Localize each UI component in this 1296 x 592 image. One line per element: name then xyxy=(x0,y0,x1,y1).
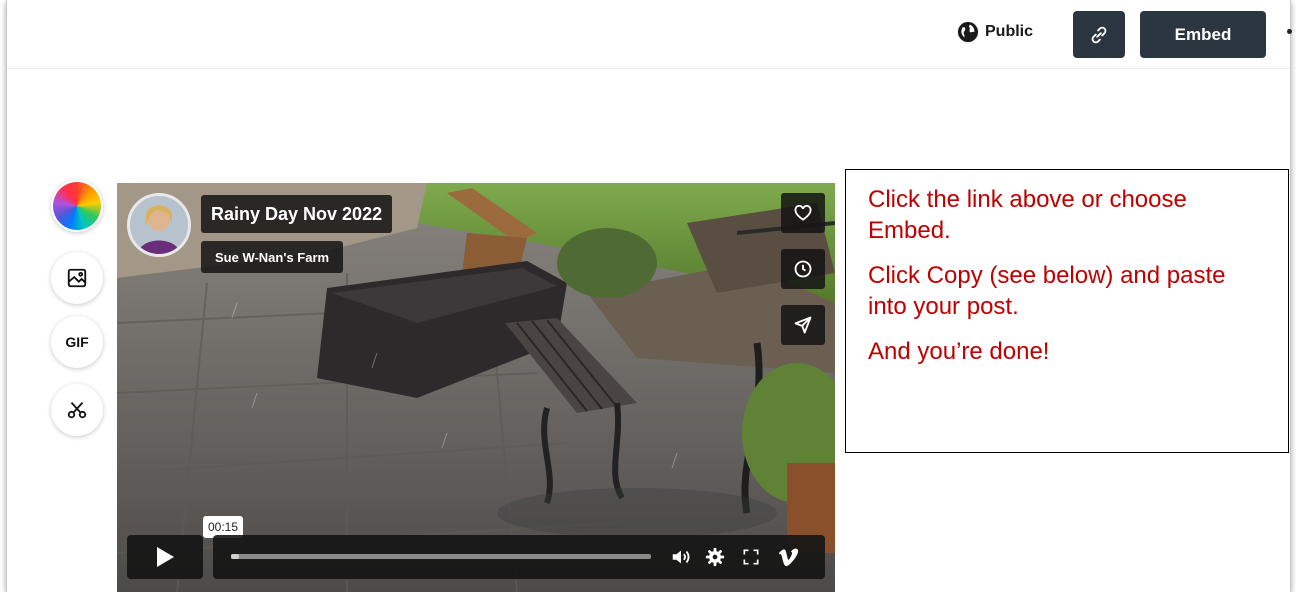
globe-icon xyxy=(957,21,979,43)
send-icon xyxy=(794,316,812,334)
gif-button[interactable]: GIF xyxy=(51,316,103,368)
play-icon xyxy=(157,547,174,567)
trim-button[interactable] xyxy=(51,384,103,436)
play-button[interactable] xyxy=(127,535,203,579)
author-avatar[interactable] xyxy=(127,193,191,257)
fullscreen-button[interactable] xyxy=(739,545,763,569)
gear-icon xyxy=(705,547,725,567)
privacy-label: Public xyxy=(985,23,1034,40)
link-icon xyxy=(1091,26,1107,43)
control-bar xyxy=(213,535,825,579)
author-avatar-image xyxy=(130,196,188,254)
fullscreen-icon xyxy=(743,549,759,565)
settings-button[interactable] xyxy=(703,545,727,569)
gif-label: GIF xyxy=(65,334,89,350)
note-line-3: And you’re done! xyxy=(868,338,1050,365)
app-window: Public Embed GIF Rainy Day Nov 2022 Sue … xyxy=(6,0,1292,592)
progress-fill xyxy=(231,554,240,559)
instruction-note: Click the link above or choose Embed. Cl… xyxy=(845,169,1289,453)
share-button[interactable] xyxy=(781,305,825,345)
watch-later-button[interactable] xyxy=(781,249,825,289)
like-button[interactable] xyxy=(781,193,825,233)
vimeo-icon xyxy=(779,548,799,567)
clock-icon xyxy=(794,260,812,278)
copy-link-button[interactable] xyxy=(1073,11,1125,58)
embed-button[interactable]: Embed xyxy=(1140,11,1266,58)
heart-icon xyxy=(794,204,812,221)
color-wheel-icon xyxy=(53,182,101,230)
video-title[interactable]: Rainy Day Nov 2022 xyxy=(201,195,393,233)
note-line-1: Click the link above or choose Embed. xyxy=(868,186,1187,244)
video-author[interactable]: Sue W-Nan's Farm xyxy=(201,241,344,273)
volume-button[interactable] xyxy=(669,545,693,569)
note-line-2: Click Copy (see below) and paste into yo… xyxy=(868,262,1226,320)
video-player[interactable]: Rainy Day Nov 2022 Sue W-Nan's Farm 00:1… xyxy=(117,183,835,592)
volume-icon xyxy=(672,550,690,564)
vimeo-logo-button[interactable] xyxy=(777,545,801,569)
scissors-icon xyxy=(67,402,87,419)
thumbnail-button[interactable] xyxy=(51,252,103,304)
more-options-icon[interactable] xyxy=(1287,29,1292,34)
color-picker-button[interactable] xyxy=(51,180,103,232)
image-icon xyxy=(67,268,87,288)
top-bar: Public Embed xyxy=(7,0,1292,69)
privacy-button[interactable]: Public xyxy=(957,20,1033,44)
progress-bar[interactable] xyxy=(231,554,651,559)
